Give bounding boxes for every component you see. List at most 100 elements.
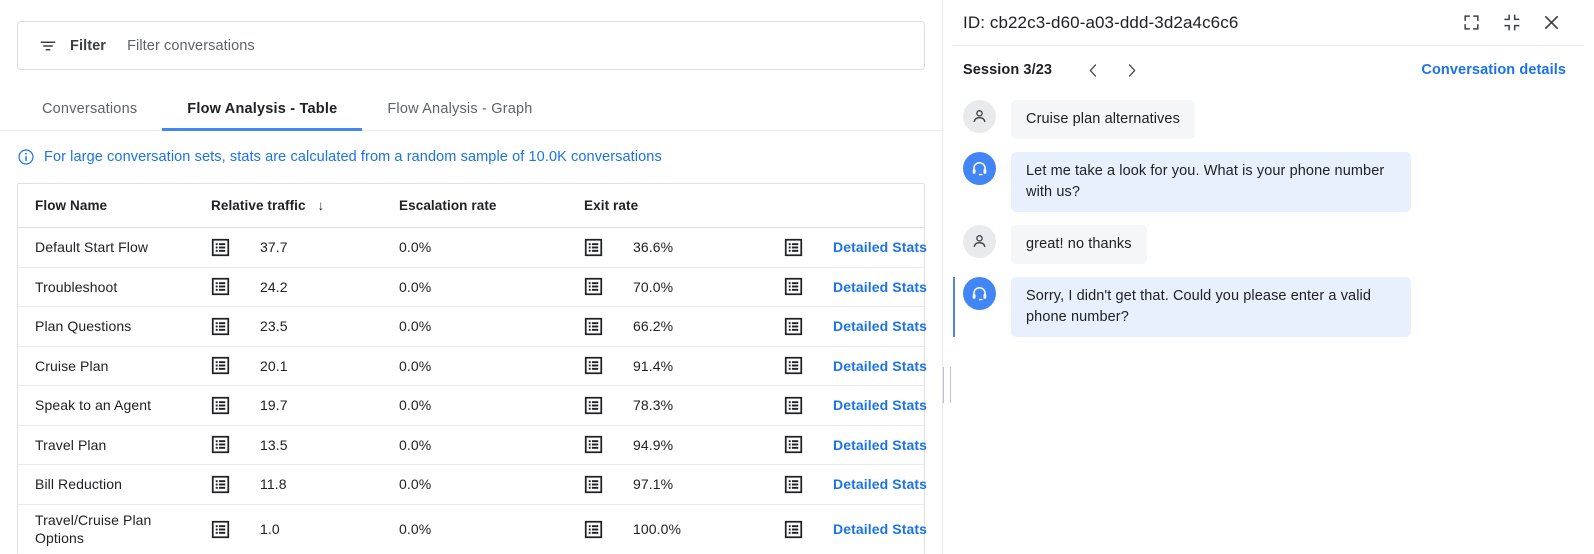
cell-relative-traffic: 1.0 bbox=[211, 504, 399, 554]
detailed-stats-link[interactable]: Detailed Stats bbox=[833, 521, 927, 537]
list-view-icon[interactable] bbox=[784, 435, 803, 454]
cell-escalation-rate: 0.0% bbox=[399, 307, 584, 347]
cell-escalation-rate-value: 0.0% bbox=[399, 239, 431, 255]
list-view-icon[interactable] bbox=[784, 277, 803, 296]
filter-bar[interactable]: Filter Filter conversations bbox=[17, 21, 925, 70]
detailed-stats-link[interactable]: Detailed Stats bbox=[833, 239, 927, 255]
table-row[interactable]: Plan Questions23.50.0%66.2%Detailed Stat… bbox=[18, 307, 924, 347]
info-icon bbox=[17, 148, 35, 166]
cell-exit-rate-value: 78.3% bbox=[633, 397, 673, 413]
detailed-stats-link[interactable]: Detailed Stats bbox=[833, 358, 927, 374]
cell-exit-rate-value: 100.0% bbox=[633, 521, 681, 537]
cell-exit-rate: 91.4% bbox=[584, 346, 784, 386]
tab-flow-analysis-table[interactable]: Flow Analysis - Table bbox=[162, 88, 362, 130]
table-row[interactable]: Travel/Cruise Plan Options1.00.0%100.0%D… bbox=[18, 504, 924, 554]
list-view-icon[interactable] bbox=[584, 435, 603, 454]
cell-flow-name: Speak to an Agent bbox=[18, 386, 211, 426]
message-row-agent[interactable]: Let me take a look for you. What is your… bbox=[944, 152, 1584, 212]
list-view-icon[interactable] bbox=[211, 238, 230, 257]
table-row[interactable]: Troubleshoot24.20.0%70.0%Detailed Stats bbox=[18, 267, 924, 307]
list-view-icon[interactable] bbox=[584, 238, 603, 257]
cell-relative-traffic: 23.5 bbox=[211, 307, 399, 347]
list-view-icon[interactable] bbox=[211, 356, 230, 375]
list-view-icon[interactable] bbox=[211, 520, 230, 539]
list-view-icon[interactable] bbox=[784, 317, 803, 336]
list-view-icon[interactable] bbox=[784, 356, 803, 375]
message-row-user[interactable]: Cruise plan alternatives bbox=[944, 100, 1584, 139]
list-view-icon[interactable] bbox=[584, 396, 603, 415]
list-view-icon[interactable] bbox=[784, 475, 803, 494]
list-view-icon[interactable] bbox=[584, 277, 603, 296]
message-bubble: Let me take a look for you. What is your… bbox=[1011, 152, 1411, 212]
close-icon[interactable] bbox=[1536, 8, 1566, 38]
list-view-icon[interactable] bbox=[584, 520, 603, 539]
app-root: Filter Filter conversations Conversation… bbox=[0, 0, 1594, 554]
cell-escalation-rate: 0.0% bbox=[399, 267, 584, 307]
tab-flow-analysis-graph[interactable]: Flow Analysis - Graph bbox=[362, 88, 557, 130]
list-view-icon[interactable] bbox=[584, 356, 603, 375]
chevron-left-icon[interactable] bbox=[1078, 55, 1108, 85]
cell-exit-rate-value: 97.1% bbox=[633, 476, 673, 492]
cell-relative-traffic-value: 20.1 bbox=[260, 358, 288, 374]
table-row[interactable]: Bill Reduction11.80.0%97.1%Detailed Stat… bbox=[18, 465, 924, 505]
list-view-icon[interactable] bbox=[211, 435, 230, 454]
message-row-agent[interactable]: Sorry, I didn't get that. Could you plea… bbox=[944, 277, 1584, 337]
cell-flow-name: Plan Questions bbox=[18, 307, 211, 347]
list-view-icon[interactable] bbox=[784, 520, 803, 539]
sort-descending-icon: ↓ bbox=[318, 198, 325, 213]
cell-escalation-rate-value: 0.0% bbox=[399, 476, 431, 492]
list-view-icon[interactable] bbox=[211, 317, 230, 336]
table-row[interactable]: Default Start Flow37.70.0%36.6%Detailed … bbox=[18, 228, 924, 268]
message-row-user[interactable]: great! no thanks bbox=[944, 225, 1584, 264]
sampling-info-note: For large conversation sets, stats are c… bbox=[17, 148, 942, 166]
detailed-stats-link[interactable]: Detailed Stats bbox=[833, 318, 927, 334]
detailed-stats-link[interactable]: Detailed Stats bbox=[833, 279, 927, 295]
table-row[interactable]: Speak to an Agent 19.7 0.0% 78.3% Detailed S… bbox=[18, 386, 924, 426]
cell-relative-traffic: 24.2 bbox=[211, 267, 399, 307]
cell-flow-name: Travel Plan bbox=[18, 425, 211, 465]
panel-resize-handle[interactable] bbox=[943, 0, 953, 554]
col-header-exit-rate[interactable]: Exit rate bbox=[584, 184, 784, 228]
cell-flow-name: Bill Reduction bbox=[18, 465, 211, 505]
tab-conversations[interactable]: Conversations bbox=[17, 88, 162, 130]
list-view-icon[interactable] bbox=[784, 238, 803, 257]
list-view-icon[interactable] bbox=[211, 396, 230, 415]
cell-exit-rate: 100.0% bbox=[584, 504, 784, 554]
conversation-id: ID: cb22c3-d60-a03-ddd-3d2a4c6c6 bbox=[963, 13, 1446, 33]
filter-input[interactable]: Filter conversations bbox=[127, 38, 255, 54]
sampling-info-text: For large conversation sets, stats are c… bbox=[44, 149, 662, 165]
col-header-relative-traffic[interactable]: Relative traffic ↓ bbox=[211, 184, 399, 228]
cell-escalation-rate: 0.0% bbox=[399, 504, 584, 554]
cell-relative-traffic-value: 19.7 bbox=[260, 397, 288, 413]
list-view-icon[interactable] bbox=[584, 475, 603, 494]
cell-exit-rate: 36.6% bbox=[584, 228, 784, 268]
list-view-icon[interactable] bbox=[211, 475, 230, 494]
list-view-icon[interactable] bbox=[784, 396, 803, 415]
cell-exit-rate: 70.0% bbox=[584, 267, 784, 307]
cell-escalation-rate-value: 0.0% bbox=[399, 318, 431, 334]
cell-relative-traffic-value: 23.5 bbox=[260, 318, 288, 334]
expand-icon[interactable] bbox=[1456, 8, 1486, 38]
panel-resize-grip-icon[interactable] bbox=[943, 367, 951, 403]
message-bubble: Sorry, I didn't get that. Could you plea… bbox=[1011, 277, 1411, 337]
conversation-details-link[interactable]: Conversation details bbox=[1421, 62, 1566, 78]
col-header-actions bbox=[784, 184, 924, 228]
detailed-stats-link[interactable]: Detailed Stats bbox=[833, 437, 927, 453]
cell-escalation-rate-value: 0.0% bbox=[399, 279, 431, 295]
collapse-icon[interactable] bbox=[1496, 8, 1526, 38]
col-header-flow-name[interactable]: Flow Name bbox=[18, 184, 211, 228]
table-row[interactable]: Cruise Plan20.10.0%91.4%Detailed Stats bbox=[18, 346, 924, 386]
chevron-right-icon[interactable] bbox=[1116, 55, 1146, 85]
detailed-stats-link[interactable]: Detailed Stats bbox=[833, 397, 927, 413]
message-list: Cruise plan alternatives Let me take a lo… bbox=[944, 94, 1584, 337]
list-view-icon[interactable] bbox=[584, 317, 603, 336]
cell-escalation-rate-value: 0.0% bbox=[399, 358, 431, 374]
detailed-stats-link[interactable]: Detailed Stats bbox=[833, 476, 927, 492]
list-view-icon[interactable] bbox=[211, 277, 230, 296]
cell-escalation-rate-value: 0.0% bbox=[399, 397, 431, 413]
table-row[interactable]: Travel Plan13.50.0%94.9%Detailed Stats bbox=[18, 425, 924, 465]
cell-flow-name: Default Start Flow bbox=[18, 228, 211, 268]
col-header-escalation-rate[interactable]: Escalation rate bbox=[399, 184, 584, 228]
cell-exit-rate-value: 91.4% bbox=[633, 358, 673, 374]
conversation-panel-header: ID: cb22c3-d60-a03-ddd-3d2a4c6c6 bbox=[944, 0, 1584, 46]
